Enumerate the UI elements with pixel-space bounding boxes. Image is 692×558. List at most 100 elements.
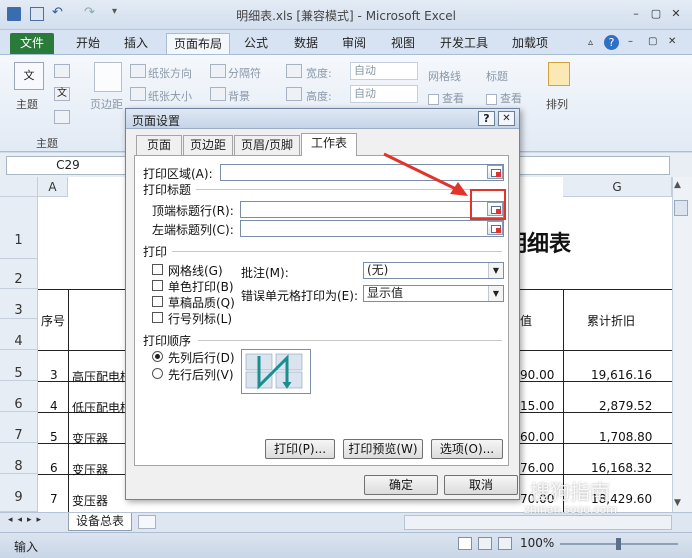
print-area-picker-icon[interactable] [487, 165, 503, 179]
cell-value[interactable]: 76.00 [520, 461, 554, 475]
options-button[interactable]: 选项(O)... [431, 439, 503, 459]
tab-insert[interactable]: 插入 [114, 33, 158, 54]
select-all-corner[interactable] [0, 177, 38, 197]
cell-value[interactable]: 15.00 [520, 399, 554, 413]
down-then-over-radio[interactable] [152, 351, 163, 362]
scroll-down-icon[interactable]: ▼ [674, 498, 681, 508]
row-header-7[interactable]: 7 [0, 412, 38, 443]
width-select[interactable]: 自动 [350, 62, 418, 80]
scroll-thumb[interactable] [674, 200, 688, 216]
headings-view-check[interactable]: 查看 [486, 90, 522, 106]
minimize-button[interactable]: – [628, 7, 644, 21]
row-header-4[interactable]: 4 [0, 319, 38, 350]
page-layout-view-icon[interactable] [478, 537, 492, 550]
sheet-nav-icons[interactable]: ◂◂▸▸ [8, 515, 46, 525]
row-header-2[interactable]: 2 [0, 259, 38, 289]
horizontal-scrollbar[interactable] [404, 515, 672, 530]
cell-name[interactable]: 变压器 [72, 430, 126, 447]
dialog-close-button[interactable]: ✕ [498, 111, 515, 126]
cancel-button[interactable]: 取消 [444, 475, 518, 495]
name-box[interactable]: C29 [6, 156, 130, 175]
tab-developer[interactable]: 开发工具 [432, 33, 496, 54]
cell-no[interactable]: 5 [50, 430, 58, 444]
gridlines-view-check[interactable]: 查看 [428, 90, 464, 106]
themes-icon[interactable]: 文 [14, 62, 44, 90]
left-cols-picker-icon[interactable] [487, 221, 503, 235]
tab-review[interactable]: 审阅 [334, 33, 374, 54]
cell-accum[interactable]: 19,616.16 [591, 368, 652, 382]
close-button[interactable]: ✕ [668, 7, 684, 21]
normal-view-icon[interactable] [458, 537, 472, 550]
gridlines-checkbox[interactable] [152, 264, 163, 275]
mono-checkbox[interactable] [152, 280, 163, 291]
zoom-slider-thumb[interactable] [616, 538, 621, 550]
tab-margins[interactable]: 页边距 [183, 135, 233, 155]
theme-effects-icon[interactable] [54, 110, 70, 124]
tab-sheet[interactable]: 工作表 [301, 133, 357, 156]
margins-icon[interactable] [94, 62, 122, 92]
tab-addins[interactable]: 加载项 [504, 33, 556, 54]
over-then-down-radio[interactable] [152, 368, 163, 379]
tab-data[interactable]: 数据 [286, 33, 326, 54]
vertical-scrollbar[interactable] [672, 177, 692, 512]
margins-label[interactable]: 页边距 [90, 96, 123, 112]
cell-accum[interactable]: 1,708.80 [599, 430, 652, 444]
tab-formulas[interactable]: 公式 [236, 33, 276, 54]
size-label[interactable]: 纸张大小 [148, 88, 192, 104]
arrange-label[interactable]: 排列 [546, 96, 568, 112]
new-sheet-icon[interactable] [138, 515, 156, 529]
size-icon[interactable] [130, 87, 146, 101]
orientation-icon[interactable] [130, 64, 146, 78]
errors-select[interactable]: 显示值 ▼ [363, 285, 504, 302]
print-button[interactable]: 打印(P)... [265, 439, 335, 459]
tab-file[interactable]: 文件 [10, 33, 54, 54]
column-header-a[interactable]: A [38, 177, 68, 197]
row-header-9[interactable]: 9 [0, 474, 38, 512]
cell-accum[interactable]: 2,879.52 [599, 399, 652, 413]
row-header-3[interactable]: 3 [0, 289, 38, 319]
print-preview-button[interactable]: 打印预览(W) [343, 439, 423, 459]
row-header-8[interactable]: 8 [0, 443, 38, 474]
row-header-6[interactable]: 6 [0, 381, 38, 412]
background-icon[interactable] [210, 87, 226, 101]
themes-label[interactable]: 主题 [16, 96, 38, 112]
tab-header-footer[interactable]: 页眉/页脚 [234, 135, 300, 155]
cell-name[interactable]: 变压器 [72, 461, 126, 478]
background-label[interactable]: 背景 [228, 88, 250, 104]
column-header-g[interactable]: G [563, 177, 672, 197]
rowcol-checkbox[interactable] [152, 312, 163, 323]
breaks-icon[interactable] [210, 64, 226, 78]
theme-colors-icon[interactable] [54, 64, 70, 78]
tab-view[interactable]: 视图 [383, 33, 423, 54]
dialog-help-button[interactable]: ? [478, 111, 495, 126]
restore-button[interactable]: ▢ [648, 7, 664, 21]
cell-no[interactable]: 3 [50, 368, 58, 382]
help-icon[interactable]: ? [604, 35, 619, 50]
arrange-icon[interactable] [548, 62, 570, 86]
cell-name[interactable]: 变压器 [72, 492, 126, 509]
height-select[interactable]: 自动 [350, 85, 418, 103]
draft-checkbox[interactable] [152, 296, 163, 307]
doc-close-icon[interactable]: ✕ [668, 36, 676, 47]
cell-value[interactable]: 90.00 [520, 368, 554, 382]
cell-name[interactable]: 高压配电柜 [72, 368, 126, 385]
cell-no[interactable]: 7 [50, 492, 58, 506]
scroll-up-icon[interactable]: ▲ [674, 180, 681, 190]
cell-accum[interactable]: 16,168.32 [591, 461, 652, 475]
breaks-label[interactable]: 分隔符 [228, 65, 261, 81]
cell-name[interactable]: 低压配电柜 [72, 399, 126, 416]
comments-select[interactable]: (无) ▼ [363, 262, 504, 279]
row-header-5[interactable]: 5 [0, 350, 38, 381]
cell-value[interactable]: 60.00 [520, 430, 554, 444]
cell-no[interactable]: 4 [50, 399, 58, 413]
tab-page-layout[interactable]: 页面布局 [166, 33, 230, 54]
row-header-1[interactable]: 1 [0, 197, 38, 259]
orientation-label[interactable]: 纸张方向 [148, 65, 192, 81]
top-rows-input[interactable] [240, 201, 504, 218]
page-break-view-icon[interactable] [498, 537, 512, 550]
ribbon-collapse-icon[interactable]: ▵ [588, 37, 593, 48]
left-cols-input[interactable] [240, 220, 504, 237]
sheet-tab-active[interactable]: 设备总表 [68, 513, 132, 531]
zoom-level[interactable]: 100% [520, 536, 554, 550]
theme-fonts-icon[interactable]: 文 [54, 87, 70, 101]
